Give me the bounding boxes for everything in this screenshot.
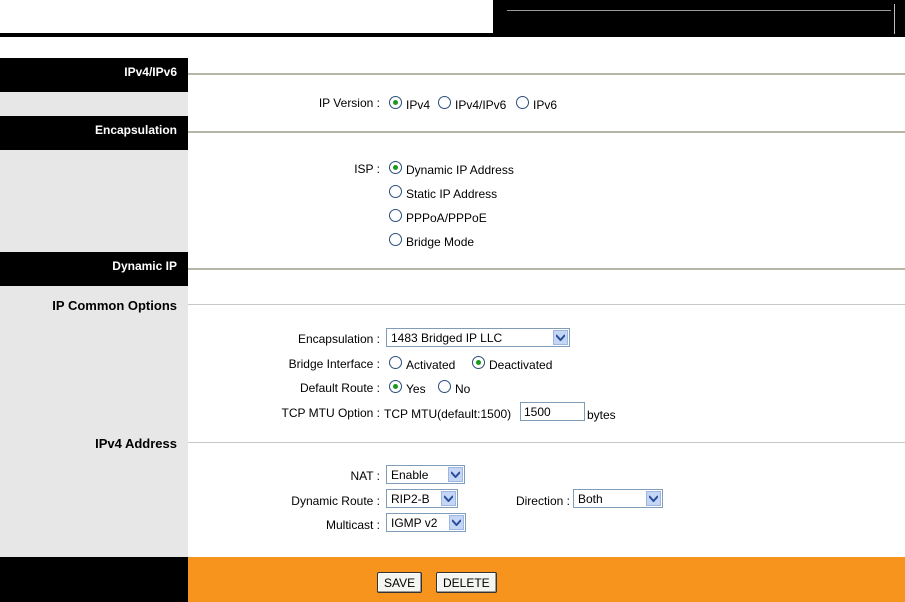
encapsulation-select[interactable]: 1483 Bridged IP LLC: [386, 328, 570, 347]
chevron-down-icon: [449, 515, 464, 530]
section-title: Dynamic IP: [112, 259, 177, 273]
chevron-down-icon: [441, 491, 456, 506]
dynamic-route-label: Dynamic Route :: [291, 494, 380, 508]
top-header: [0, 0, 905, 40]
encapsulation-value: 1483 Bridged IP LLC: [391, 331, 503, 345]
tcp-mtu-label: TCP MTU Option :: [281, 406, 380, 420]
encapsulation-label: Encapsulation :: [297, 332, 380, 346]
ip-version-ipv6-label: IPv6: [533, 98, 558, 112]
ipv4-address-heading: IPv4 Address: [95, 436, 177, 451]
default-route-yes-radio[interactable]: [389, 380, 402, 393]
sub-section-rule: [188, 304, 905, 305]
nat-label: NAT :: [350, 469, 380, 483]
footer-action-bar: [188, 557, 905, 602]
chevron-down-icon: [646, 491, 661, 506]
default-route-yes-label: Yes: [406, 382, 426, 396]
multicast-select[interactable]: IGMP v2: [386, 513, 466, 532]
default-route-label: Default Route :: [299, 381, 380, 395]
direction-select[interactable]: Both: [573, 489, 663, 508]
bridge-activated-radio[interactable]: [389, 356, 402, 369]
tcp-mtu-unit: bytes: [587, 408, 616, 422]
header-vertical-line: [894, 4, 895, 34]
section-rule: [188, 268, 905, 270]
section-title: IPv4/IPv6: [124, 65, 177, 79]
section-title: Encapsulation: [94, 123, 177, 137]
ip-version-ipv4-label: IPv4: [406, 98, 431, 112]
dynamic-route-select[interactable]: RIP2-B: [386, 489, 458, 508]
ip-common-options-heading: IP Common Options: [52, 298, 177, 313]
isp-bridge-label: Bridge Mode: [406, 235, 475, 249]
section-encapsulation-header: Encapsulation: [0, 116, 188, 150]
isp-static-radio[interactable]: [389, 185, 402, 198]
tcp-mtu-input[interactable]: [520, 402, 585, 421]
direction-label: Direction :: [515, 494, 570, 508]
nat-value: Enable: [391, 468, 429, 482]
nat-select[interactable]: Enable: [386, 465, 465, 484]
bridge-deactivated-radio[interactable]: [472, 356, 485, 369]
isp-bridge-radio[interactable]: [389, 233, 402, 246]
section-dynamic-ip-header: Dynamic IP: [0, 252, 188, 286]
save-button[interactable]: SAVE: [377, 572, 423, 593]
ip-version-ipv4ipv6-radio[interactable]: [438, 96, 451, 109]
section-ipv4ipv6-header: IPv4/IPv6: [0, 58, 188, 92]
chevron-down-icon: [448, 467, 463, 482]
bridge-activated-label: Activated: [406, 358, 456, 372]
isp-static-label: Static IP Address: [406, 187, 498, 201]
chevron-down-icon: [553, 330, 568, 345]
tcp-mtu-default-text: TCP MTU(default:1500): [384, 407, 512, 421]
section-rule: [188, 131, 905, 133]
isp-pppoe-radio[interactable]: [389, 209, 402, 222]
footer-left-block: [0, 557, 188, 602]
tcp-mtu-field[interactable]: [521, 403, 584, 420]
ip-version-ipv6-radio[interactable]: [516, 96, 529, 109]
default-route-no-radio[interactable]: [438, 380, 451, 393]
isp-dynamic-label: Dynamic IP Address: [406, 163, 514, 177]
header-underline: [0, 33, 493, 37]
section-rule: [188, 73, 905, 75]
default-route-no-label: No: [455, 382, 471, 396]
multicast-label: Multicast :: [325, 518, 380, 532]
header-divider-line: [507, 10, 891, 11]
delete-button[interactable]: DELETE: [436, 572, 497, 593]
ip-version-ipv4-radio[interactable]: [389, 96, 402, 109]
ip-version-ipv4ipv6-label: IPv4/IPv6: [455, 98, 507, 112]
ip-version-label: IP Version :: [318, 96, 380, 110]
multicast-value: IGMP v2: [391, 516, 438, 530]
isp-pppoe-label: PPPoA/PPPoE: [406, 211, 487, 225]
direction-value: Both: [578, 492, 603, 506]
header-black-box: [493, 0, 905, 37]
bridge-interface-label: Bridge Interface :: [288, 357, 380, 371]
isp-label: ISP :: [354, 162, 380, 176]
dynamic-route-value: RIP2-B: [391, 492, 430, 506]
bridge-deactivated-label: Deactivated: [489, 358, 553, 372]
isp-dynamic-radio[interactable]: [389, 161, 402, 174]
sub-section-rule: [188, 442, 905, 443]
